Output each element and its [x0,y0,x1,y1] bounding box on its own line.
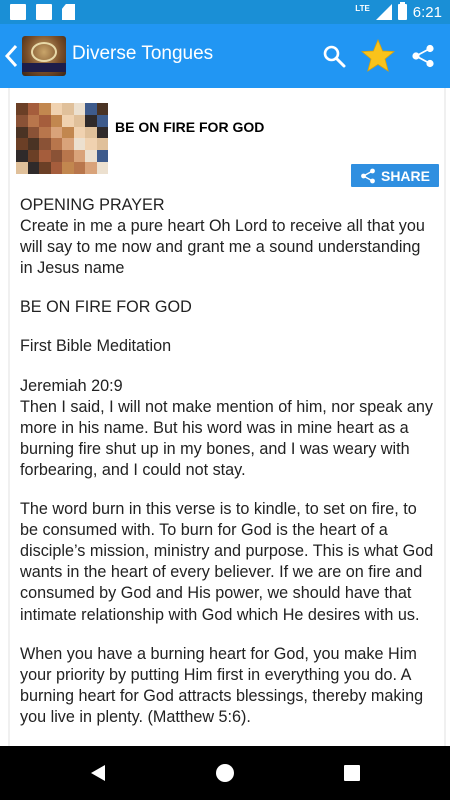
share-button[interactable]: SHARE [351,164,439,187]
thumbnail-tile [50,162,62,174]
thumbnail-tile [16,103,28,115]
home-circle-icon[interactable] [216,764,234,782]
signal-icon [375,4,392,20]
share-button-label: SHARE [380,167,430,184]
post-text: The word burn in this verse is to kindle… [20,500,434,624]
logo-banner [22,63,66,72]
thumbnail-tile [96,103,108,115]
thumbnail-tile [73,150,85,163]
share-icon[interactable] [411,44,435,68]
status-bar: LTE 6:21 [0,0,450,24]
post-text: When you have a burning heart for God, y… [20,644,424,726]
thumbnail-tile [39,162,51,174]
thumbnail-tile [27,103,39,115]
back-triangle-icon[interactable] [89,764,107,782]
network-type: LTE [355,3,370,13]
thumbnail-tile [62,138,74,151]
system-nav-bar [0,746,450,800]
thumbnail-tile [50,150,62,163]
thumbnail-tile [39,114,51,127]
thumbnail-tile [16,162,28,174]
post-paragraph: Jeremiah 20:9 Then I said, I will not mak… [20,376,435,481]
thumbnail-tile [85,138,97,151]
notification-icons [10,4,75,20]
thumbnail-tile [96,150,108,163]
sd-card-icon [62,4,75,20]
post-title: BE ON FIRE FOR GOD [115,119,265,135]
battery-icon [397,2,407,20]
thumbnail-tile [27,162,39,174]
star-icon[interactable] [361,39,395,73]
post-text: Jeremiah 20:9 [20,376,123,395]
app-bar: Diverse Tongues [0,24,450,88]
thumbnail-tile [85,114,97,127]
chevron-left-icon[interactable] [2,42,22,70]
logo-emblem [31,42,57,62]
notification-icon [36,4,52,20]
post-paragraph: The word burn in this verse is to kindle… [20,499,435,626]
thumbnail-tile [96,126,108,139]
post-thumbnail[interactable] [16,103,108,174]
thumbnail-tile [73,138,85,151]
thumbnail-tile [50,138,62,151]
notification-icon [10,4,26,20]
app-logo[interactable] [22,36,66,76]
search-icon[interactable] [322,44,346,68]
thumbnail-tile [96,138,108,151]
thumbnail-tile [62,126,74,139]
recents-square-icon[interactable] [344,765,360,781]
thumbnail-tile [62,162,74,174]
thumbnail-tile [39,138,51,151]
thumbnail-tile [62,103,74,115]
post-body: OPENING PRAYER Create in me a pure heart … [20,195,435,746]
thumbnail-tile [50,126,62,139]
thumbnail-tile [62,150,74,163]
thumbnail-tile [16,138,28,151]
thumbnail-tile [27,126,39,139]
thumbnail-tile [16,114,28,127]
thumbnail-tile [96,114,108,127]
thumbnail-tile [85,126,97,139]
thumbnail-tile [62,114,74,127]
app-title: Diverse Tongues [72,43,214,64]
thumbnail-tile [50,103,62,115]
thumbnail-tile [27,114,39,127]
thumbnail-tile [16,150,28,163]
thumbnail-tile [85,150,97,163]
post-card: BE ON FIRE FOR GOD SHARE OPENING PRAYER C… [0,88,450,746]
thumbnail-tile [27,150,39,163]
post-text: BE ON FIRE FOR GOD [20,298,192,317]
thumbnail-tile [73,126,85,139]
post-paragraph: First Bible Meditation [20,336,435,357]
thumbnail-tile [96,162,108,174]
post-paragraph: BE ON FIRE FOR GOD [20,297,435,318]
post-text: Then I said, I will not make mention of … [20,397,433,479]
thumbnail-tile [85,103,97,115]
thumbnail-tile [27,138,39,151]
thumbnail-tile [73,103,85,115]
thumbnail-tile [73,162,85,174]
thumbnail-tile [16,126,28,139]
thumbnail-tile [85,162,97,174]
thumbnail-tile [73,114,85,127]
post-text: First Bible Meditation [20,337,172,356]
post-content[interactable]: BE ON FIRE FOR GOD SHARE OPENING PRAYER C… [0,88,450,746]
post-text: Create in me a pure heart Oh Lord to rec… [20,217,425,278]
thumbnail-tile [39,103,51,115]
post-paragraph: When you have a burning heart for God, y… [20,644,435,728]
clock: 6:21 [412,3,442,21]
post-paragraph: OPENING PRAYER Create in me a pure heart … [20,195,435,279]
post-text: OPENING PRAYER [20,196,165,214]
share-icon [361,168,375,183]
thumbnail-tile [50,114,62,127]
thumbnail-tile [39,126,51,139]
system-indicators: LTE 6:21 [355,2,442,22]
thumbnail-tile [39,150,51,163]
